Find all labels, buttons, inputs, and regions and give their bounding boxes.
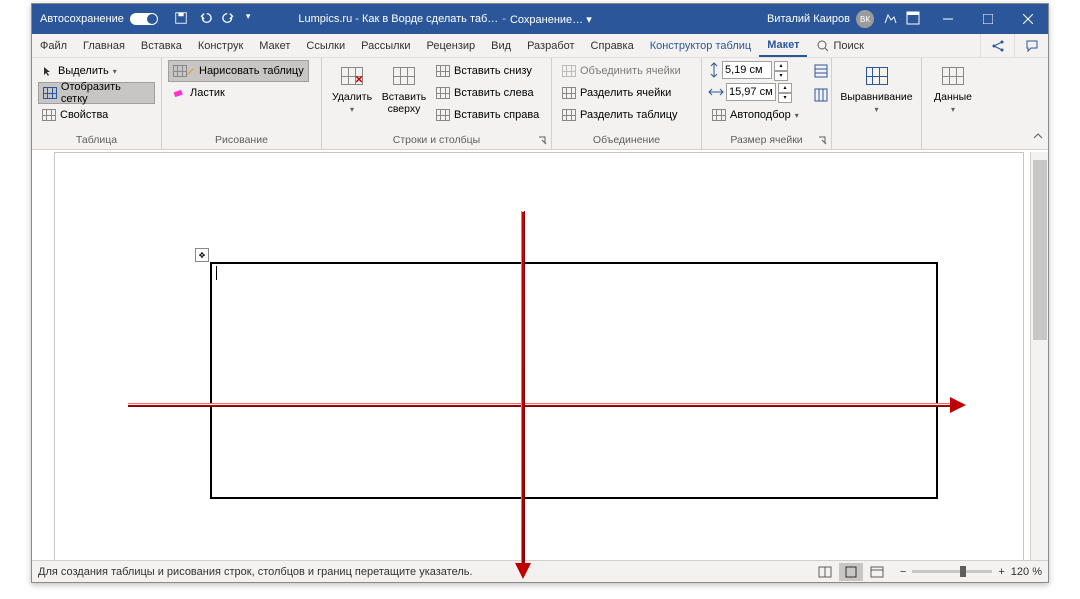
- share-button[interactable]: [980, 34, 1014, 57]
- qat-customize-icon[interactable]: ▾: [246, 11, 251, 28]
- tab-mailings[interactable]: Рассылки: [353, 34, 418, 57]
- word-window: Автосохранение ▾ Lumpics.ru - Как в Ворд…: [31, 3, 1049, 583]
- status-bar: Для создания таблицы и рисования строк, …: [32, 560, 1048, 582]
- alignment-button[interactable]: Выравнивание▾: [838, 60, 915, 114]
- dialog-launcher-icon[interactable]: [817, 135, 829, 147]
- group-table: Выделить▾ Отобразить сетку Свойства Табл…: [32, 58, 162, 149]
- scrollbar-thumb[interactable]: [1033, 160, 1047, 340]
- insert-above-button[interactable]: Вставить сверху: [380, 60, 428, 115]
- autosave-control[interactable]: Автосохранение: [32, 13, 166, 25]
- group-label: Таблица: [38, 132, 155, 149]
- title-bar: Автосохранение ▾ Lumpics.ru - Как в Ворд…: [32, 4, 1048, 34]
- group-label: [838, 144, 915, 149]
- group-merge: Объединить ячейки Разделить ячейки Разде…: [552, 58, 702, 149]
- autosave-label: Автосохранение: [40, 13, 124, 25]
- group-label: Рисование: [168, 132, 315, 149]
- tab-view[interactable]: Вид: [483, 34, 519, 57]
- tab-references[interactable]: Ссылки: [298, 34, 353, 57]
- distribute-cols-button[interactable]: [811, 84, 831, 106]
- view-gridlines-button[interactable]: Отобразить сетку: [38, 82, 155, 104]
- collapse-ribbon-icon[interactable]: [1032, 130, 1044, 145]
- close-button[interactable]: [1008, 4, 1048, 34]
- group-alignment: Выравнивание▾: [832, 58, 922, 149]
- merge-cells-button: Объединить ячейки: [558, 60, 685, 82]
- row-height-input[interactable]: [722, 61, 772, 79]
- zoom-in-button[interactable]: +: [998, 566, 1004, 578]
- split-cells-button[interactable]: Разделить ячейки: [558, 82, 685, 104]
- print-layout-button[interactable]: [839, 563, 863, 581]
- status-hint: Для создания таблицы и рисования строк, …: [38, 566, 473, 578]
- zoom-level[interactable]: 120 %: [1011, 566, 1042, 578]
- search-icon: [817, 40, 829, 52]
- group-label: Объединение: [558, 132, 695, 149]
- split-table-button[interactable]: Разделить таблицу: [558, 104, 685, 126]
- tab-developer[interactable]: Разработ: [519, 34, 582, 57]
- document-canvas[interactable]: ✥: [32, 152, 1030, 560]
- insert-right-button[interactable]: Вставить справа: [432, 104, 543, 126]
- autosave-toggle-icon[interactable]: [130, 13, 158, 25]
- zoom-out-button[interactable]: −: [900, 566, 906, 578]
- group-label: [928, 144, 978, 149]
- group-cell-size: ▴▾ ▴▾ Автоподбор▾ Размер ячейки: [702, 58, 832, 149]
- tab-file[interactable]: Файл: [32, 34, 75, 57]
- col-width-spinner[interactable]: ▴▾: [708, 82, 803, 102]
- delete-button[interactable]: ✕ Удалить▾: [328, 60, 376, 114]
- vertical-scrollbar[interactable]: [1030, 152, 1048, 560]
- tab-review[interactable]: Рецензир: [419, 34, 484, 57]
- ribbon-display-icon[interactable]: [906, 11, 920, 28]
- document-title: Lumpics.ru - Как в Ворде сделать таб… - …: [298, 13, 591, 26]
- eraser-button[interactable]: Ластик: [168, 82, 309, 104]
- user-name: Виталий Каиров: [767, 13, 850, 25]
- col-width-input[interactable]: [726, 83, 776, 101]
- group-rows-columns: ✕ Удалить▾ Вставить сверху Вставить сниз…: [322, 58, 552, 149]
- search-box[interactable]: Поиск: [807, 34, 873, 57]
- quick-access-toolbar: ▾: [166, 11, 259, 28]
- zoom-control[interactable]: − + 120 %: [900, 566, 1042, 578]
- saving-status[interactable]: Сохранение… ▾: [510, 13, 592, 26]
- avatar: ВК: [856, 10, 874, 28]
- table-move-handle[interactable]: ✥: [195, 248, 209, 262]
- tab-table-layout[interactable]: Макет: [759, 34, 807, 57]
- tab-table-design[interactable]: Конструктор таблиц: [642, 34, 759, 57]
- maximize-button[interactable]: [968, 4, 1008, 34]
- select-button[interactable]: Выделить▾: [38, 60, 155, 82]
- comments-button[interactable]: [1014, 34, 1048, 57]
- read-mode-button[interactable]: [813, 563, 837, 581]
- ribbon: Выделить▾ Отобразить сетку Свойства Табл…: [32, 58, 1048, 150]
- user-account[interactable]: Виталий Каиров ВК: [767, 10, 874, 28]
- tab-insert[interactable]: Вставка: [133, 34, 190, 57]
- redo-icon[interactable]: [222, 11, 236, 28]
- group-data: Данные▾: [922, 58, 984, 149]
- distribute-rows-button[interactable]: [811, 60, 831, 82]
- group-label: Размер ячейки: [708, 132, 825, 149]
- properties-button[interactable]: Свойства: [38, 104, 155, 126]
- tab-layout[interactable]: Макет: [251, 34, 298, 57]
- undo-icon[interactable]: [198, 11, 212, 28]
- tab-help[interactable]: Справка: [583, 34, 642, 57]
- group-draw: Нарисовать таблицу Ластик Рисование: [162, 58, 322, 149]
- dialog-launcher-icon[interactable]: [537, 135, 549, 147]
- insert-below-button[interactable]: Вставить снизу: [432, 60, 543, 82]
- search-placeholder: Поиск: [833, 40, 863, 52]
- text-cursor: [216, 266, 217, 280]
- page: ✥: [54, 152, 1024, 560]
- doc-name: Lumpics.ru - Как в Ворде сделать таб…: [298, 13, 498, 26]
- minimize-button[interactable]: [928, 4, 968, 34]
- zoom-slider[interactable]: [912, 570, 992, 573]
- tab-design[interactable]: Конструк: [190, 34, 251, 57]
- table-cell[interactable]: [210, 262, 938, 499]
- draw-table-button[interactable]: Нарисовать таблицу: [168, 60, 309, 82]
- data-button[interactable]: Данные▾: [928, 60, 978, 114]
- row-height-spinner[interactable]: ▴▾: [708, 60, 803, 80]
- save-icon[interactable]: [174, 11, 188, 28]
- group-label: Строки и столбцы: [328, 132, 545, 149]
- insert-left-button[interactable]: Вставить слева: [432, 82, 543, 104]
- autofit-button[interactable]: Автоподбор▾: [708, 104, 803, 126]
- tab-home[interactable]: Главная: [75, 34, 133, 57]
- coming-soon-icon[interactable]: [882, 10, 898, 29]
- web-layout-button[interactable]: [865, 563, 889, 581]
- ribbon-tabs: Файл Главная Вставка Конструк Макет Ссыл…: [32, 34, 1048, 58]
